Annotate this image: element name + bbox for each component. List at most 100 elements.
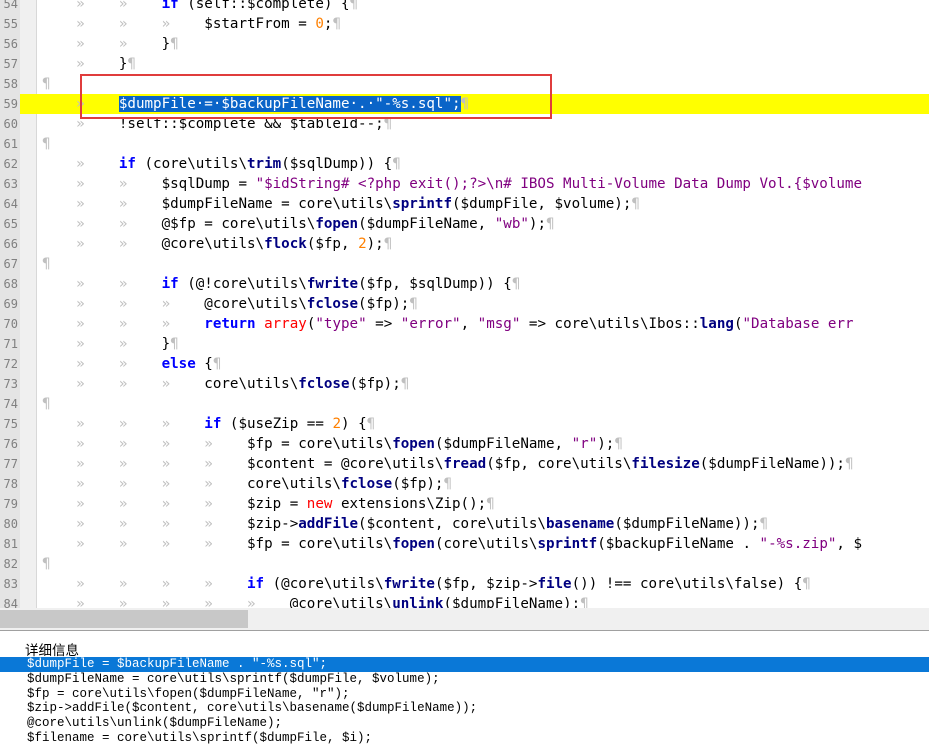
code-line[interactable]: 80 » » » » $zip->addFile($content, core\… bbox=[0, 514, 929, 534]
highlight-annotation-box bbox=[80, 74, 552, 119]
code-token: ¶ bbox=[443, 476, 453, 492]
code-token: else bbox=[161, 356, 196, 372]
code-line[interactable]: 81 » » » » $fp = core\utils\fopen(core\u… bbox=[0, 534, 929, 554]
code-token: ¶ bbox=[170, 336, 179, 352]
code-line[interactable]: 68 » » if (@!core\utils\fwrite($fp, $sql… bbox=[0, 274, 929, 294]
code-token: ¶ bbox=[409, 296, 418, 312]
code-token: » » bbox=[42, 176, 162, 192]
line-number: 63 bbox=[3, 177, 18, 191]
code-line[interactable]: 77 » » » » $content = @core\utils\fread(… bbox=[0, 454, 929, 474]
line-number: 55 bbox=[3, 17, 18, 31]
code-token: filesize bbox=[631, 456, 700, 472]
code-token: ); bbox=[597, 436, 615, 452]
code-token: » » bbox=[42, 36, 162, 52]
code-token: fopen bbox=[392, 436, 435, 452]
code-token: ); bbox=[366, 236, 384, 252]
code-text: » » $dumpFileName = core\utils\sprintf($… bbox=[42, 194, 640, 214]
code-line[interactable]: 76 » » » » $fp = core\utils\fopen($dumpF… bbox=[0, 434, 929, 454]
code-text: ¶ bbox=[42, 554, 51, 574]
code-editor[interactable]: 54 » » if (self::$complete) {¶ 55 » » » $… bbox=[0, 0, 929, 608]
code-line[interactable]: 64 » » $dumpFileName = core\utils\sprint… bbox=[0, 194, 929, 214]
details-row[interactable]: $fp = core\utils\fopen($dumpFileName, "r… bbox=[0, 687, 929, 702]
details-title: 详细信息 bbox=[25, 643, 79, 659]
code-token: flock bbox=[264, 236, 307, 252]
code-token: ($fp); bbox=[392, 476, 444, 492]
code-text: » » $sqlDump = "$idString# <?php exit();… bbox=[42, 174, 862, 194]
code-token: 0 bbox=[315, 16, 324, 32]
code-text: » » » » $zip->addFile($content, core\uti… bbox=[42, 514, 768, 534]
line-number: 65 bbox=[3, 217, 18, 231]
code-line[interactable]: 75 » » » if ($useZip == 2) {¶ bbox=[0, 414, 929, 434]
code-line[interactable]: 70 » » » return array("type" => "error",… bbox=[0, 314, 929, 334]
code-token: fclose bbox=[298, 376, 350, 392]
code-token: extensions\Zip(); bbox=[332, 496, 487, 512]
code-text: ¶ bbox=[42, 394, 51, 414]
details-row[interactable]: $filename = core\utils\sprintf($dumpFile… bbox=[0, 731, 929, 746]
line-number: 67 bbox=[3, 257, 18, 271]
code-line[interactable]: 82 ¶ bbox=[0, 554, 929, 574]
code-line[interactable]: 73 » » » core\utils\fclose($fp);¶ bbox=[0, 374, 929, 394]
code-token: ¶ bbox=[631, 196, 640, 212]
code-token: core\utils\ bbox=[204, 376, 299, 392]
code-token: ¶ bbox=[42, 256, 51, 272]
code-line[interactable]: 84 » » » » » @core\utils\unlink($dumpFil… bbox=[0, 594, 929, 608]
code-line[interactable]: 54 » » if (self::$complete) {¶ bbox=[0, 0, 929, 14]
details-row[interactable]: @core\utils\unlink($dumpFileName); bbox=[0, 716, 929, 731]
code-token: » » » bbox=[42, 376, 205, 392]
code-line[interactable]: 63 » » $sqlDump = "$idString# <?php exit… bbox=[0, 174, 929, 194]
code-line[interactable]: 56 » » }¶ bbox=[0, 34, 929, 54]
code-token: @core\utils\ bbox=[204, 296, 307, 312]
code-token: ($content, core\utils\ bbox=[358, 516, 546, 532]
code-token: (core\utils\ bbox=[434, 536, 538, 552]
code-line[interactable]: 78 » » » » core\utils\fclose($fp);¶ bbox=[0, 474, 929, 494]
code-token: ¶ bbox=[546, 216, 555, 232]
code-token: » » » bbox=[42, 16, 205, 32]
details-row[interactable]: $zip->addFile($content, core\utils\basen… bbox=[0, 701, 929, 716]
code-token: { bbox=[195, 356, 213, 372]
code-line[interactable]: 72 » » else {¶ bbox=[0, 354, 929, 374]
code-token: fopen bbox=[392, 536, 435, 552]
code-line[interactable]: 65 » » @$fp = core\utils\fopen($dumpFile… bbox=[0, 214, 929, 234]
code-token: » » bbox=[42, 196, 162, 212]
code-token: ($dumpFileName); bbox=[443, 596, 581, 608]
code-token: "$idString# <?php exit();?>\n# IBOS Mult… bbox=[255, 176, 863, 192]
code-line[interactable]: 66 » » @core\utils\flock($fp, 2);¶ bbox=[0, 234, 929, 254]
code-line[interactable]: 62 » if (core\utils\trim($sqlDump)) {¶ bbox=[0, 154, 929, 174]
code-token: return bbox=[204, 316, 256, 332]
code-text: » » » » $zip = new extensions\Zip();¶ bbox=[42, 494, 495, 514]
code-token: if bbox=[204, 416, 222, 432]
code-token: lang bbox=[699, 316, 734, 332]
line-number: 58 bbox=[3, 77, 18, 91]
code-token: » » bbox=[42, 0, 162, 12]
code-line[interactable]: 69 » » » @core\utils\fclose($fp);¶ bbox=[0, 294, 929, 314]
details-row[interactable]: $dumpFileName = core\utils\sprintf($dump… bbox=[0, 672, 929, 687]
code-line[interactable]: 61 ¶ bbox=[0, 134, 929, 154]
code-token: $fp = core\utils\ bbox=[247, 436, 393, 452]
code-line[interactable]: 55 » » » $startFrom = 0;¶ bbox=[0, 14, 929, 34]
line-number: 81 bbox=[3, 537, 18, 551]
code-line[interactable]: 57 » }¶ bbox=[0, 54, 929, 74]
code-token: » » bbox=[42, 236, 162, 252]
code-token: » » » » bbox=[42, 576, 247, 592]
code-line[interactable]: 83 » » » » if (@core\utils\fwrite($fp, $… bbox=[0, 574, 929, 594]
code-token: ($fp); bbox=[349, 376, 401, 392]
details-row[interactable]: $dumpFile = $backupFileName . "-%s.sql"; bbox=[0, 657, 929, 672]
code-text: » » » » » @core\utils\unlink($dumpFileNa… bbox=[42, 594, 589, 608]
code-token: file bbox=[537, 576, 572, 592]
code-token: » » » bbox=[42, 416, 205, 432]
code-line[interactable]: 74 ¶ bbox=[0, 394, 929, 414]
scrollbar-thumb[interactable] bbox=[0, 610, 248, 628]
code-token: » » » » » bbox=[42, 596, 290, 608]
code-text: » » if (@!core\utils\fwrite($fp, $sqlDum… bbox=[42, 274, 520, 294]
code-text: ¶ bbox=[42, 74, 51, 94]
code-token: 2 bbox=[358, 236, 367, 252]
code-text: » » }¶ bbox=[42, 334, 179, 354]
code-line[interactable]: 79 » » » » $zip = new extensions\Zip();¶ bbox=[0, 494, 929, 514]
code-line[interactable]: 67 ¶ bbox=[0, 254, 929, 274]
line-number: 76 bbox=[3, 437, 18, 451]
code-token: "-%s.zip" bbox=[759, 536, 837, 552]
code-token: fopen bbox=[315, 216, 359, 232]
code-line[interactable]: 71 » » }¶ bbox=[0, 334, 929, 354]
horizontal-scrollbar[interactable] bbox=[0, 608, 929, 630]
code-token: » » » bbox=[42, 316, 205, 332]
